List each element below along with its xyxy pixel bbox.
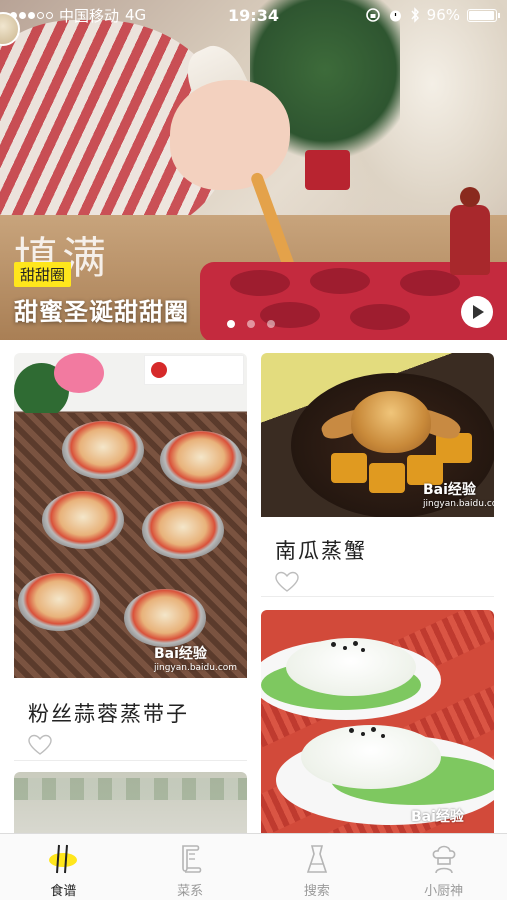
- carousel-dot-active: [227, 320, 235, 328]
- signal-strength-icon: [10, 11, 53, 19]
- tab-label: 食谱: [50, 884, 77, 899]
- hero-hand: [170, 80, 290, 190]
- recipe-image[interactable]: Bai经验: [261, 610, 494, 833]
- favorite-heart-icon[interactable]: [275, 571, 299, 593]
- hero-title[interactable]: 甜蜜圣诞甜甜圈: [14, 292, 189, 327]
- play-video-button[interactable]: [461, 296, 493, 328]
- scroll-icon: [182, 845, 202, 873]
- recipe-title[interactable]: 粉丝蒜蓉蒸带子: [28, 698, 189, 728]
- recipe-card[interactable]: Bai经验 jingyan.baidu.com 南瓜蒸蟹: [261, 353, 494, 595]
- hero-toy-figure: [450, 187, 490, 275]
- chef-hat-icon: [432, 845, 456, 874]
- search-icon: [306, 845, 327, 873]
- tab-recipes[interactable]: 食谱: [0, 834, 127, 900]
- hero-banner[interactable]: 填满 甜甜圈 甜蜜圣诞甜甜圈: [0, 0, 507, 340]
- alarm-icon: [389, 10, 401, 22]
- battery-percent: 96%: [426, 6, 460, 24]
- tab-cuisines[interactable]: 菜系: [127, 834, 254, 900]
- image-watermark: Bai经验: [411, 809, 464, 825]
- bluetooth-icon: [411, 7, 419, 23]
- status-bar: 中国移动 4G 19:34 96%: [0, 0, 507, 30]
- card-divider: [261, 596, 494, 597]
- lock-rotation-icon: [365, 8, 380, 22]
- battery-icon: [467, 8, 500, 22]
- carousel-dot: [267, 320, 275, 328]
- recipe-title[interactable]: 南瓜蒸蟹: [275, 535, 367, 565]
- tab-search[interactable]: 搜索: [254, 834, 381, 900]
- image-watermark: Bai经验 jingyan.baidu.com: [423, 482, 494, 509]
- carrier-name: 中国移动: [59, 6, 120, 25]
- recipe-image[interactable]: Bai经验 jingyan.baidu.com: [14, 353, 247, 678]
- tab-label: 菜系: [177, 884, 204, 899]
- card-divider: [14, 760, 247, 761]
- brand-logo: [144, 355, 244, 385]
- carousel-dots: [227, 320, 275, 328]
- favorite-heart-icon[interactable]: [28, 734, 52, 756]
- network-type: 4G: [125, 6, 147, 24]
- carousel-dot: [247, 320, 255, 328]
- recipe-card[interactable]: Bai经验 jingyan.baidu.com 粉丝蒜蓉蒸带子: [14, 353, 247, 763]
- status-time: 19:34: [228, 5, 279, 25]
- tab-label: 小厨神: [424, 884, 464, 899]
- play-icon: [473, 305, 484, 319]
- recipe-card[interactable]: [14, 772, 247, 833]
- recipe-image[interactable]: [14, 772, 247, 833]
- recipe-card[interactable]: Bai经验: [261, 610, 494, 833]
- recipe-feed[interactable]: Bai经验 jingyan.baidu.com 粉丝蒜蓉蒸带子 Bai经验 ji…: [0, 340, 507, 833]
- hero-category-tag[interactable]: 甜甜圈: [14, 262, 72, 287]
- image-watermark: Bai经验 jingyan.baidu.com: [154, 646, 238, 673]
- tab-little-chef[interactable]: 小厨神: [380, 834, 507, 900]
- chopsticks-icon: [49, 844, 78, 874]
- tab-label: 搜索: [303, 884, 330, 899]
- bottom-tab-bar: 食谱 菜系 搜索 小厨神: [0, 833, 507, 900]
- recipe-image[interactable]: Bai经验 jingyan.baidu.com: [261, 353, 494, 517]
